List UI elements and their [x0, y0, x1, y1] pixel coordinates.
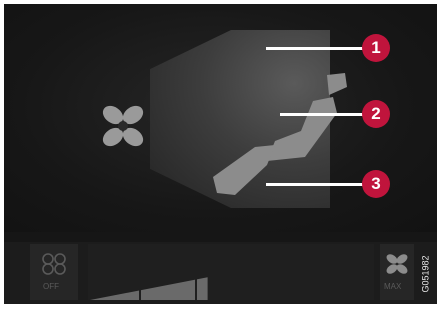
max-fan-icon — [386, 254, 408, 274]
fan-level-fill — [90, 277, 208, 300]
seat-icon — [213, 73, 347, 195]
callout-2: 2 — [362, 100, 390, 128]
callout-3: 3 — [362, 170, 390, 198]
callout-line-1 — [266, 47, 364, 50]
callout-1: 1 — [362, 34, 390, 62]
fan-icon[interactable] — [97, 102, 149, 150]
max-label: MAX — [384, 282, 402, 291]
image-code-text: G051982 — [421, 255, 432, 293]
off-label: OFF — [43, 282, 59, 291]
fan-level-indicator — [90, 262, 208, 300]
off-fan-icon — [42, 253, 66, 275]
callout-line-2 — [280, 113, 364, 116]
image-code: G051982 — [414, 248, 438, 300]
callout-line-3 — [266, 183, 364, 186]
